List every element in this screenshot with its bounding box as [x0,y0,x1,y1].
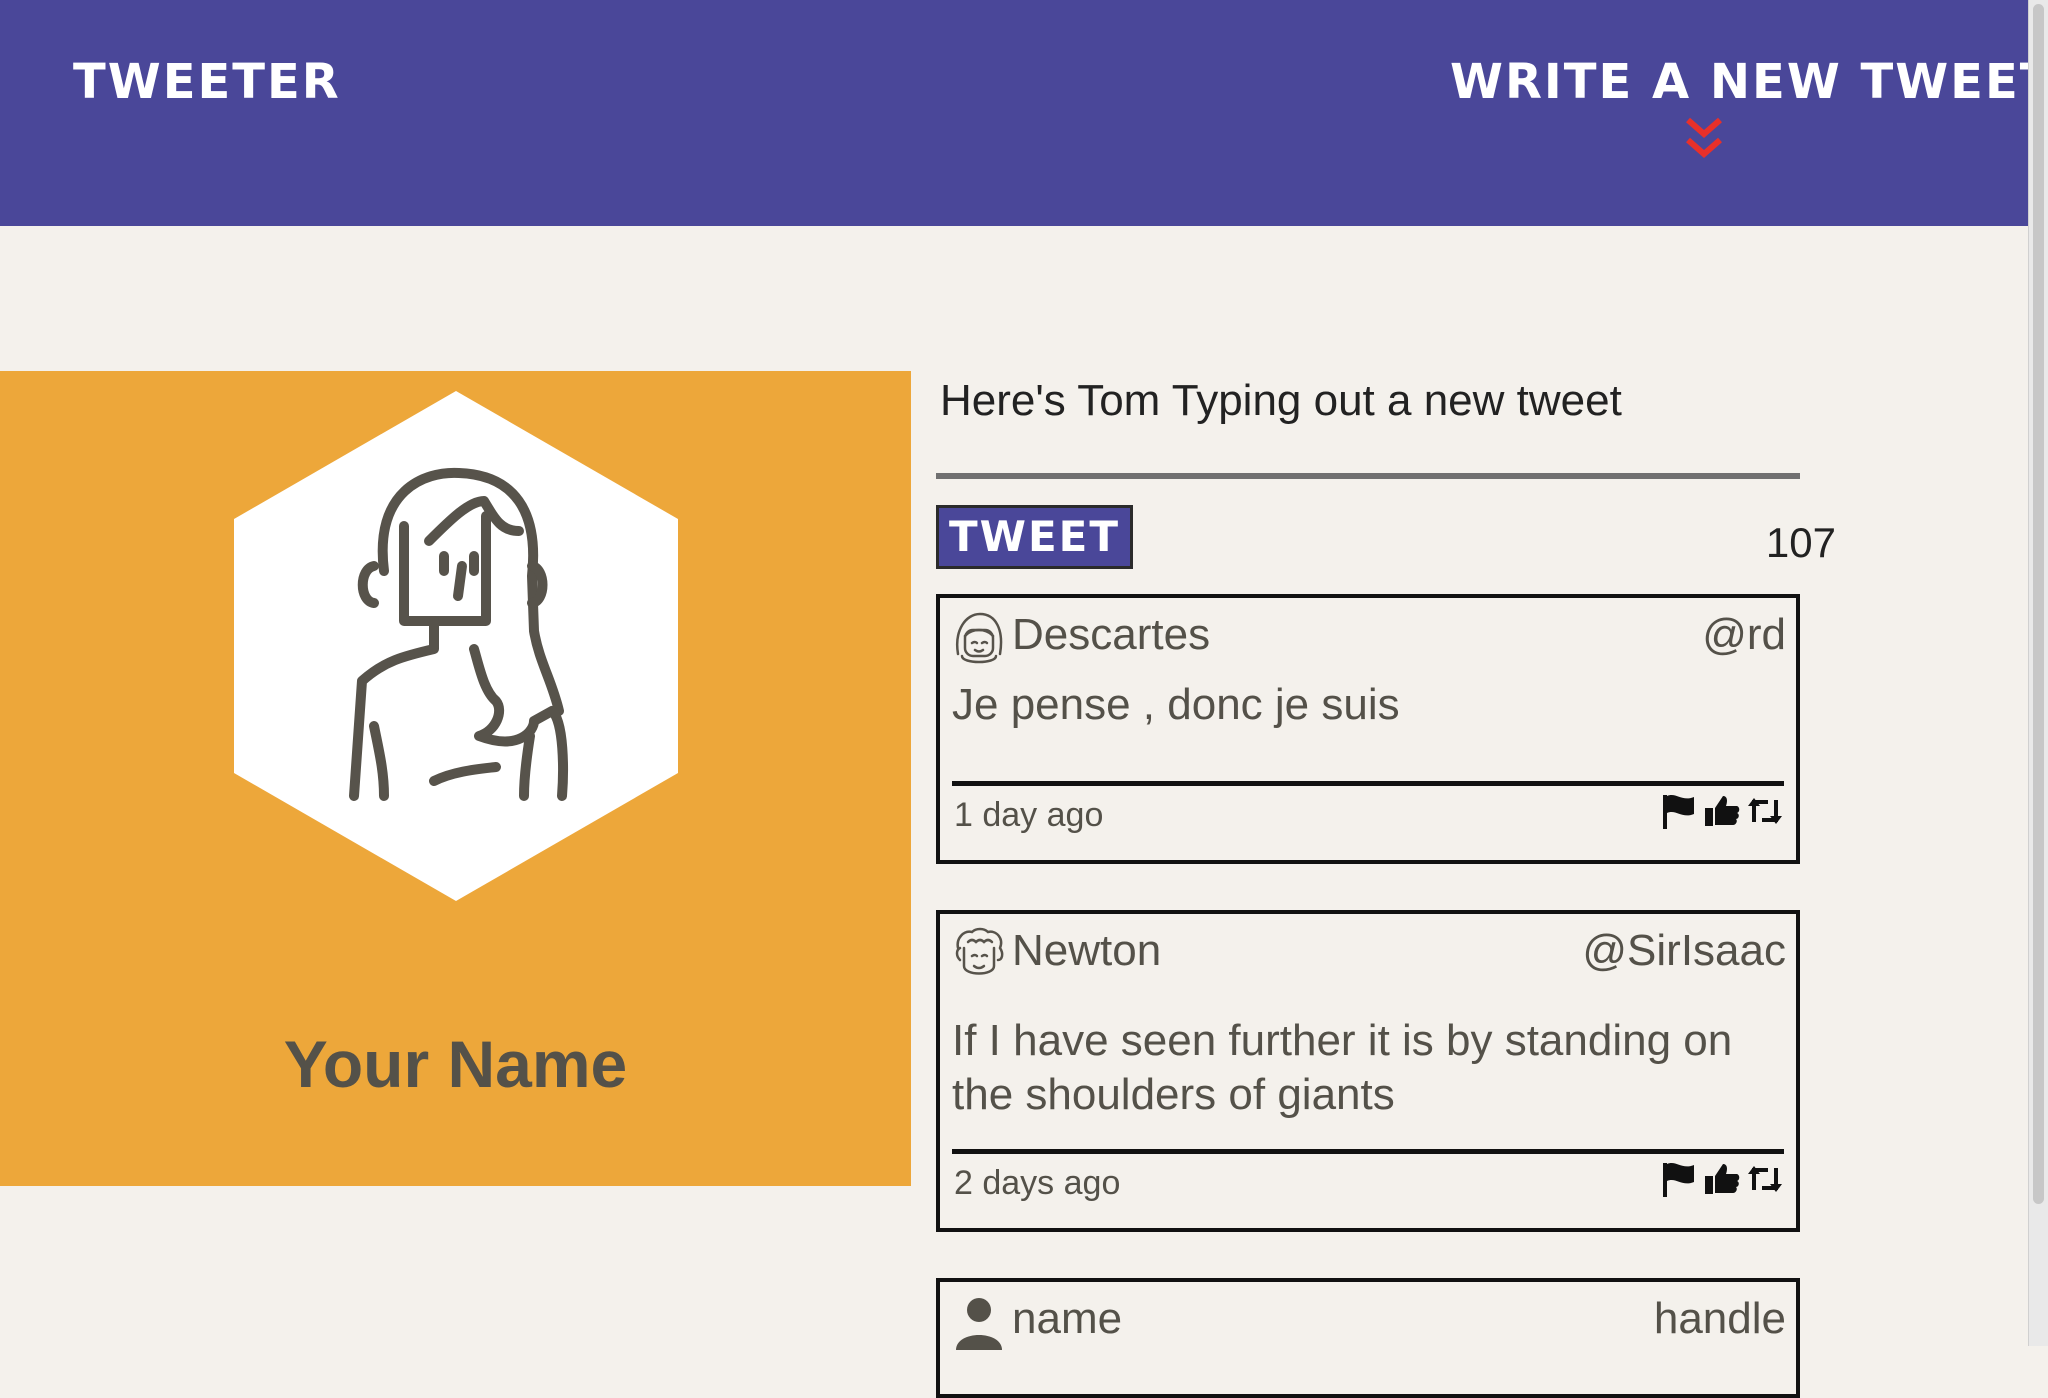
woman-avatar-icon [234,391,678,901]
profile-card: Your Name [0,371,911,1186]
tweet-author-handle[interactable]: handle [1654,1294,1786,1344]
curly-hair-face-avatar-icon [955,927,1004,975]
retweet-icon[interactable] [1746,1160,1784,1202]
tweet-actions [1660,1160,1784,1200]
like-icon[interactable] [1703,1160,1741,1202]
tweet-timestamp: 2 days ago [954,1164,1121,1202]
tweet-author-handle[interactable]: @SirIsaac [1582,926,1786,976]
flag-icon[interactable] [1660,792,1698,834]
write-new-tweet-label[interactable]: WRITE A NEW TWEET [1450,54,2048,110]
tweet-card: Descartes @rd Je pense , donc je suis 1 … [936,594,1800,864]
tweet-footer: 1 day ago [952,781,1784,850]
character-counter: 107 [1765,519,1836,566]
page-scrollbar[interactable] [2028,0,2048,1346]
tweet-author-name: Newton [1012,926,1162,975]
tweet-author-handle[interactable]: @rd [1702,610,1786,660]
profile-name: Your Name [283,1027,628,1101]
tweet-body: Je pense , donc je suis [952,680,1400,729]
top-nav-bar: TWEETER WRITE A NEW TWEET [0,0,2048,226]
tweet-submit-button[interactable]: TWEET [936,505,1133,569]
tweet-footer: 2 days ago [952,1149,1784,1218]
write-new-tweet-toggle[interactable]: WRITE A NEW TWEET [1450,54,2048,164]
scrollbar-thumb[interactable] [2033,4,2044,1204]
tweet-timestamp: 1 day ago [954,796,1104,834]
tweet-text-input[interactable]: Here's Tom Typing out a new tweet [936,371,1800,479]
girl-face-avatar-icon [955,612,1003,664]
retweet-icon[interactable] [1746,792,1784,834]
user-silhouette-icon [956,1298,1002,1350]
like-icon[interactable] [1703,792,1741,834]
tweet-body: If I have seen further it is by standing… [952,1016,1733,1119]
double-chevron-down-icon[interactable] [1684,114,1724,162]
flag-icon[interactable] [1660,1160,1698,1202]
tweet-author-name: name [1012,1294,1123,1343]
tweet-card: Newton @SirIsaac If I have seen further … [936,910,1800,1232]
tweet-card: name handle [936,1278,1800,1398]
tweet-author-name: Descartes [1012,610,1211,659]
tweet-actions [1660,792,1784,832]
brand-logo[interactable]: TWEETER [73,54,341,110]
